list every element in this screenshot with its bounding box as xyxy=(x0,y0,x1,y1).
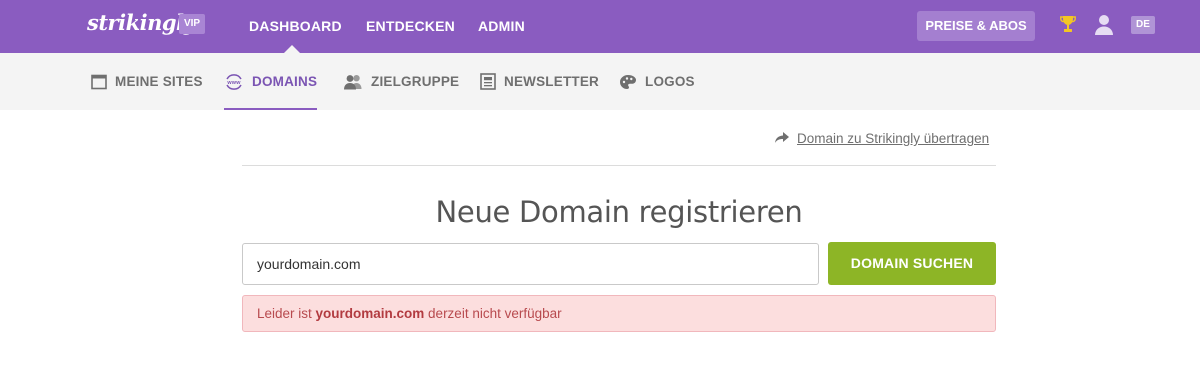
top-navigation-bar: strikingly VIP DASHBOARD ENTDECKEN ADMIN… xyxy=(0,0,1200,53)
nav-entdecken[interactable]: ENTDECKEN xyxy=(366,0,455,53)
svg-text:www: www xyxy=(226,80,241,86)
nav-admin[interactable]: ADMIN xyxy=(478,0,525,53)
user-account-icon[interactable] xyxy=(1094,14,1114,40)
pricing-plans-button[interactable]: PREISE & ABOS xyxy=(917,11,1035,41)
alert-prefix: Leider ist xyxy=(257,306,316,321)
alert-domain: yourdomain.com xyxy=(315,306,425,321)
newsletter-icon xyxy=(480,73,496,90)
subnav-item-zielgruppe[interactable]: ZIELGRUPPE xyxy=(343,53,459,110)
alert-suffix: derzeit nicht verfügbar xyxy=(424,306,562,321)
subnav-item-label: LOGOS xyxy=(645,74,695,89)
dashboard-subnav: MEINE SITES www DOMAINS ZIELGRUPPE NEWSL… xyxy=(0,53,1200,110)
vip-badge: VIP xyxy=(179,14,205,34)
subnav-item-label: NEWSLETTER xyxy=(504,74,599,89)
browser-window-icon xyxy=(91,74,107,90)
subnav-item-label: MEINE SITES xyxy=(115,74,203,89)
divider xyxy=(242,165,996,166)
www-globe-icon: www xyxy=(224,72,244,92)
share-arrow-icon xyxy=(775,131,789,146)
domain-search-input[interactable] xyxy=(242,243,819,285)
subnav-item-newsletter[interactable]: NEWSLETTER xyxy=(480,53,599,110)
availability-error-alert: Leider ist yourdomain.com derzeit nicht … xyxy=(242,295,996,332)
transfer-domain-link[interactable]: Domain zu Strikingly übertragen xyxy=(775,131,989,146)
palette-icon xyxy=(619,74,637,90)
active-nav-indicator xyxy=(284,45,300,53)
subnav-item-label: ZIELGRUPPE xyxy=(371,74,460,89)
people-icon xyxy=(343,74,363,90)
transfer-domain-text[interactable]: Domain zu Strikingly übertragen xyxy=(797,131,989,146)
subnav-item-domains[interactable]: www DOMAINS xyxy=(224,53,318,110)
trophy-icon[interactable] xyxy=(1060,15,1076,38)
subnav-item-label: DOMAINS xyxy=(252,74,318,89)
language-selector[interactable]: DE xyxy=(1131,16,1155,34)
page-title: Neue Domain registrieren xyxy=(435,195,803,229)
subnav-item-logos[interactable]: LOGOS xyxy=(619,53,695,110)
subnav-item-meine-sites[interactable]: MEINE SITES xyxy=(91,53,203,110)
search-domain-button[interactable]: DOMAIN SUCHEN xyxy=(828,242,996,285)
